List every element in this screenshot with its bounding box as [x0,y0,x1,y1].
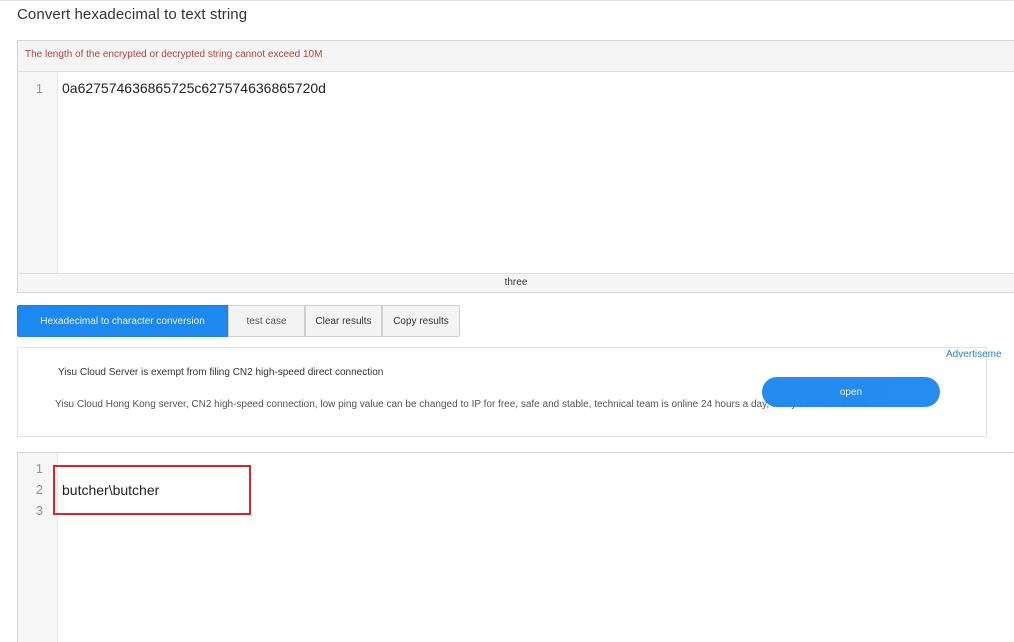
ad-open-button[interactable]: open [762,377,940,407]
advertisement[interactable]: Yisu Cloud Server is exempt from filing … [17,347,987,437]
length-notice: The length of the encrypted or decrypted… [18,41,1014,72]
ad-label[interactable]: Advertiseme [946,349,1002,360]
output-line-number: 2 [35,482,43,497]
action-buttons: Hexadecimal to character conversion test… [17,305,460,337]
input-status-bar: three [18,273,1014,292]
test-case-button[interactable]: test case [228,305,305,337]
ad-description: Yisu Cloud Hong Kong server, CN2 high-sp… [55,399,867,410]
page-title: Convert hexadecimal to text string [17,6,248,23]
clear-results-button[interactable]: Clear results [305,305,382,337]
input-gutter: 1 [18,72,58,273]
top-divider [0,0,1014,1]
input-code-line[interactable]: 0a627574636865725c627574636865720d [62,80,326,96]
input-editor-panel: The length of the encrypted or decrypted… [17,40,1014,293]
output-line-number: 1 [35,461,43,476]
ad-title[interactable]: Yisu Cloud Server is exempt from filing … [58,367,383,378]
output-gutter: 1 2 3 [18,453,58,642]
result-highlight-box [53,465,251,515]
copy-results-button[interactable]: Copy results [382,305,460,337]
output-line-number: 3 [35,503,43,518]
input-editor[interactable]: 1 0a627574636865725c627574636865720d [18,72,1014,273]
hex-to-char-button[interactable]: Hexadecimal to character conversion [17,305,228,337]
input-line-number: 1 [35,81,43,96]
